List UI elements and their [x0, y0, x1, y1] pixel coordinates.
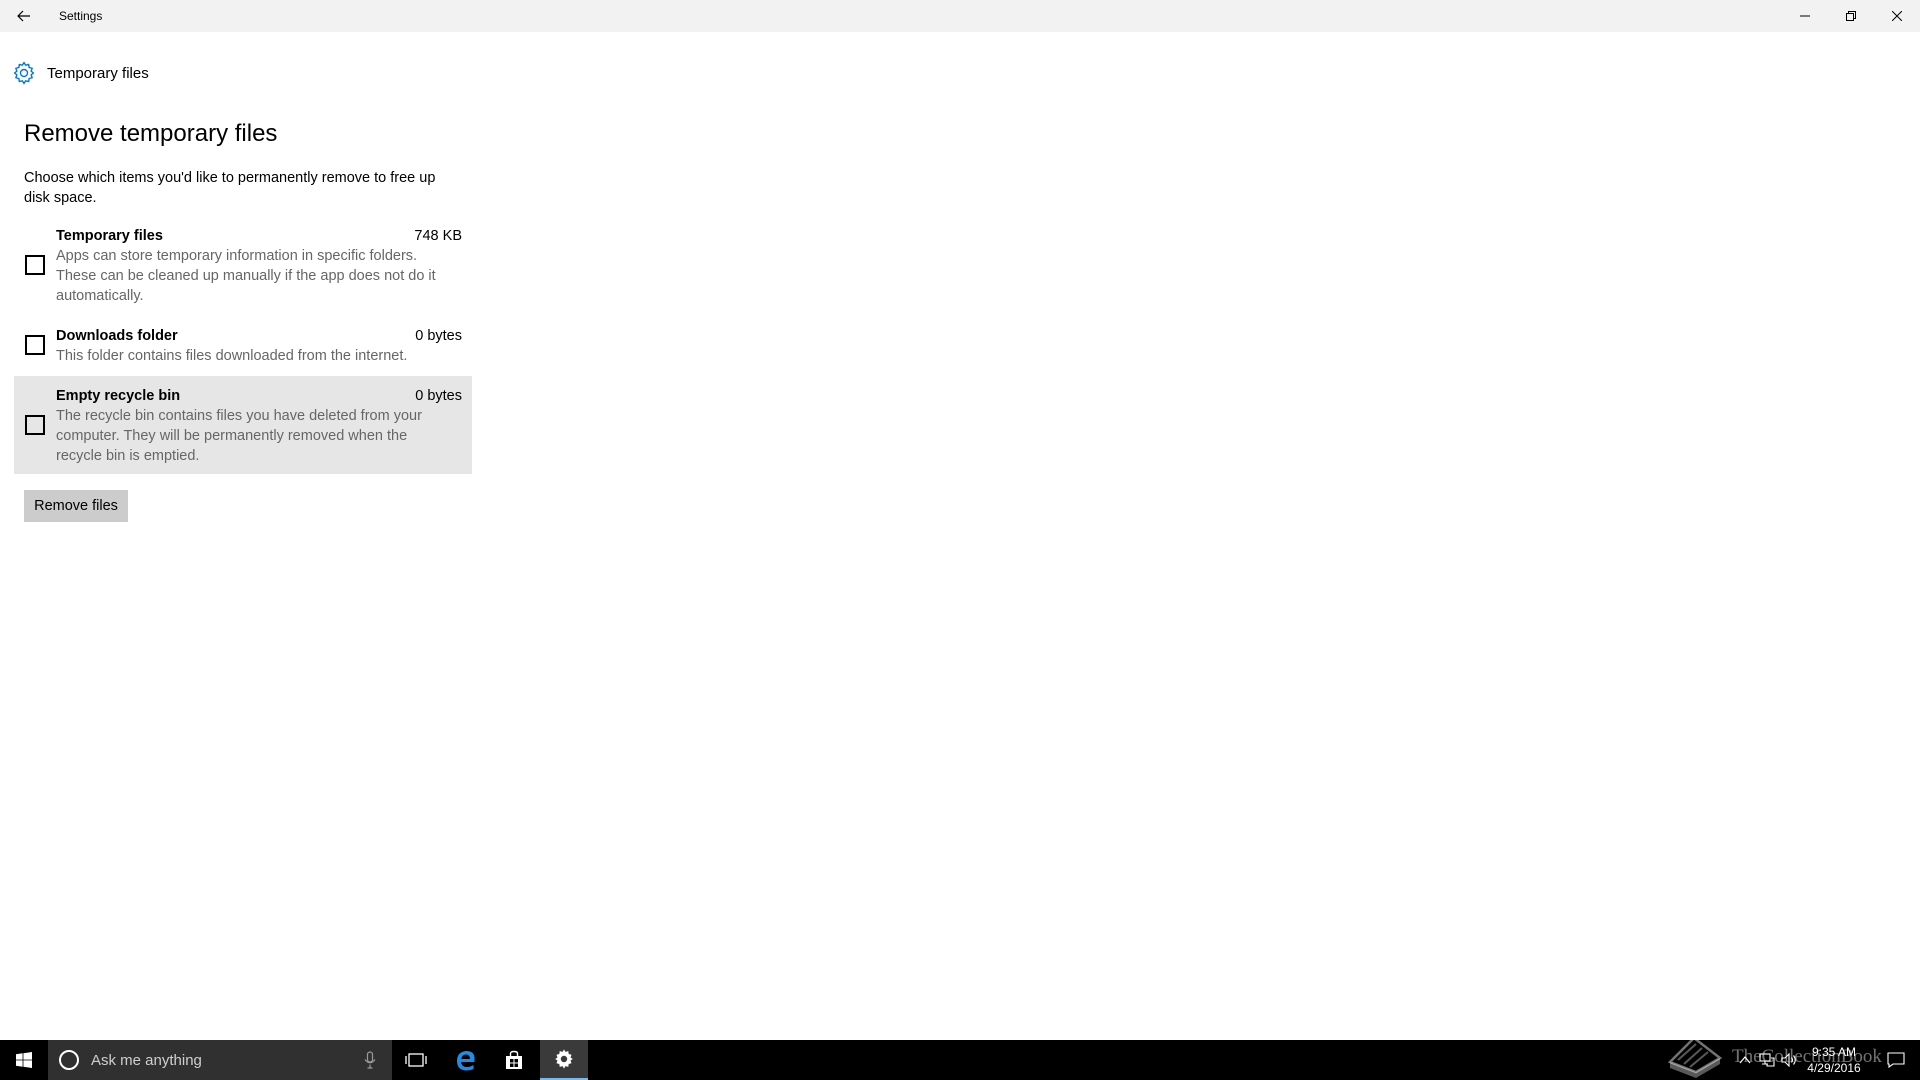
back-button[interactable] — [0, 0, 48, 32]
section-heading: Remove temporary files — [24, 120, 278, 147]
watermark-text: TheCollectionBook — [1732, 1046, 1882, 1067]
window-title: Settings — [59, 9, 103, 23]
cortana-icon — [59, 1050, 79, 1070]
remove-files-button[interactable]: Remove files — [24, 490, 128, 522]
microphone-icon[interactable] — [360, 1050, 380, 1070]
close-button[interactable] — [1874, 0, 1920, 32]
action-center-icon — [1887, 1052, 1905, 1068]
intro-text: Choose which items you'd like to permane… — [24, 170, 436, 206]
checkbox[interactable] — [25, 335, 45, 355]
item-description: The recycle bin contains files you have … — [56, 408, 422, 464]
settings-taskbar-button[interactable] — [540, 1040, 588, 1080]
settings-icon — [555, 1049, 573, 1069]
minimize-icon — [1800, 15, 1810, 17]
start-button[interactable] — [0, 1040, 48, 1080]
gear-icon — [10, 59, 38, 87]
item-name: Downloads folder — [56, 328, 178, 344]
watermark: TheCollectionBook — [1666, 1034, 1882, 1080]
item-size: 0 bytes — [415, 328, 462, 344]
back-arrow-icon — [17, 10, 30, 22]
item-name: Temporary files — [56, 228, 163, 244]
store-button[interactable] — [490, 1040, 538, 1080]
restore-button[interactable] — [1828, 0, 1874, 32]
item-size: 748 KB — [414, 228, 462, 244]
checkbox[interactable] — [25, 415, 45, 435]
item-size: 0 bytes — [415, 388, 462, 404]
edge-icon — [457, 1051, 475, 1071]
book-logo-icon — [1667, 1036, 1723, 1078]
task-view-button[interactable] — [392, 1040, 440, 1080]
list-item-empty-recycle-bin[interactable]: Empty recycle bin 0 bytes The recycle bi… — [14, 376, 472, 474]
item-description: This folder contains files downloaded fr… — [56, 348, 408, 364]
list-item-temporary-files[interactable]: Temporary files 748 KB Apps can store te… — [14, 224, 472, 308]
search-placeholder: Ask me anything — [91, 1051, 202, 1069]
restore-icon — [1846, 11, 1856, 21]
minimize-button[interactable] — [1782, 0, 1828, 32]
title-bar: Settings — [0, 0, 1920, 32]
item-description: Apps can store temporary information in … — [56, 248, 436, 304]
search-box[interactable]: Ask me anything — [48, 1040, 392, 1080]
store-icon — [506, 1050, 522, 1069]
taskbar: Ask me anything 9:35 AM 4/29/2016 — [0, 1040, 1920, 1080]
checkbox[interactable] — [25, 255, 45, 275]
page-title: Temporary files — [47, 64, 149, 82]
list-item-downloads-folder[interactable]: Downloads folder 0 bytes This folder con… — [14, 324, 472, 368]
windows-start-icon — [16, 1052, 32, 1068]
action-center-button[interactable] — [1878, 1040, 1914, 1080]
item-name: Empty recycle bin — [56, 388, 181, 404]
edge-button[interactable] — [442, 1040, 490, 1080]
task-view-icon — [405, 1053, 427, 1067]
page-header: Temporary files — [10, 59, 149, 87]
close-icon — [1892, 11, 1902, 21]
